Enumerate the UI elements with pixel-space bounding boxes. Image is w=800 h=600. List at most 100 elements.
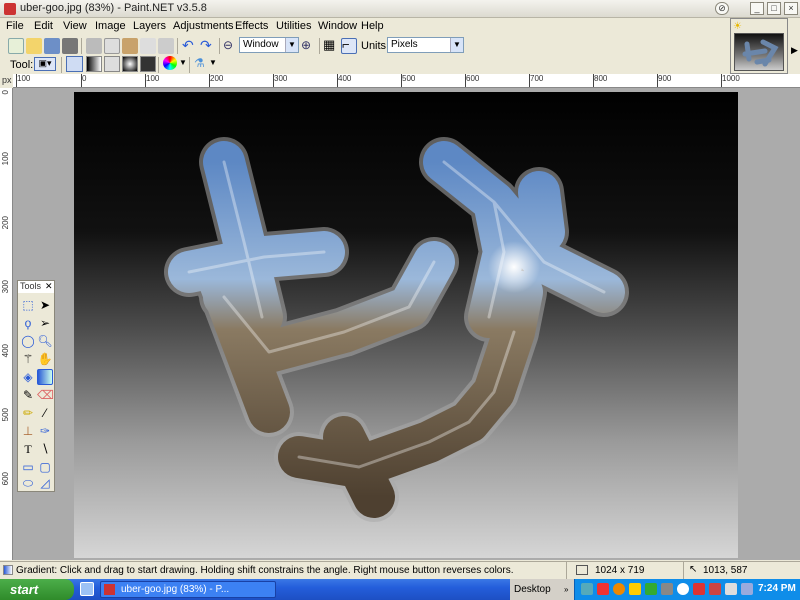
menu-effects[interactable]: Effects xyxy=(235,20,268,32)
close-icon[interactable]: ✕ xyxy=(45,281,53,292)
device-icon[interactable] xyxy=(661,583,673,595)
current-tool-gradient-icon[interactable]: ▣▾ xyxy=(34,57,56,71)
paint-bucket-icon[interactable]: ◈ xyxy=(20,369,36,385)
minimize-button[interactable]: _ xyxy=(750,2,764,15)
menu-image[interactable]: Image xyxy=(95,20,126,32)
rectangle-select-icon[interactable]: ⬚ xyxy=(20,297,36,313)
print-icon[interactable] xyxy=(62,38,78,54)
color-picker-icon[interactable]: ⁄ xyxy=(37,405,53,421)
lasso-select-icon[interactable]: ϙ xyxy=(20,315,36,331)
menu-adjustments[interactable]: Adjustments xyxy=(173,20,234,32)
zoom-out-icon[interactable]: ⊖ xyxy=(223,38,239,54)
ruler-tick: 400 xyxy=(336,74,352,87)
rounded-rectangle-icon[interactable]: ▢ xyxy=(37,459,53,475)
save-icon[interactable] xyxy=(44,38,60,54)
text-icon[interactable]: T xyxy=(20,441,36,457)
clone-stamp-icon[interactable]: ⊥ xyxy=(20,423,36,439)
freeform-shape-icon[interactable]: ◿ xyxy=(37,475,53,491)
linear-reflected-icon[interactable] xyxy=(86,56,102,72)
undo-icon[interactable]: ↶ xyxy=(182,38,198,54)
paintbrush-icon[interactable]: ✎ xyxy=(20,387,36,403)
menu-window[interactable]: Window xyxy=(318,20,357,32)
update-icon[interactable] xyxy=(645,583,657,595)
deselect-icon[interactable] xyxy=(158,38,174,54)
taskbar: start uber-goo.jpg (83%) - P... Desktop … xyxy=(0,579,800,600)
rulers-icon[interactable]: ⌐ xyxy=(341,38,357,54)
menu-view[interactable]: View xyxy=(63,20,87,32)
close-button[interactable]: × xyxy=(784,2,798,15)
redo-icon[interactable]: ↷ xyxy=(200,38,216,54)
help-icon[interactable]: ⊘ xyxy=(715,2,729,15)
radial-gradient-icon[interactable] xyxy=(122,56,138,72)
conical-gradient-icon[interactable] xyxy=(140,56,156,72)
chevron-down-icon[interactable]: ▼ xyxy=(209,58,217,67)
menu-utilities[interactable]: Utilities xyxy=(276,20,311,32)
scroll-arrow-icon[interactable]: ▶ xyxy=(791,45,798,56)
units-select[interactable]: Pixels ▼ xyxy=(387,37,464,53)
quick-launch-icon[interactable] xyxy=(80,582,94,596)
diamond-gradient-icon[interactable] xyxy=(104,56,120,72)
maximize-button[interactable]: □ xyxy=(767,2,781,15)
image-size: 1024 x 719 xyxy=(595,565,645,576)
image-canvas[interactable] xyxy=(74,92,738,558)
new-icon[interactable] xyxy=(8,38,24,54)
crop-icon[interactable] xyxy=(140,38,156,54)
pencil-icon[interactable]: ✏ xyxy=(20,405,36,421)
magic-wand-icon[interactable]: ⚚ xyxy=(20,351,36,367)
shield-icon[interactable] xyxy=(629,583,641,595)
ellipse-icon[interactable]: ⬭ xyxy=(20,475,36,491)
start-button[interactable]: start xyxy=(0,579,74,600)
image-thumbnail-panel[interactable]: ☀ ▶ xyxy=(730,18,798,74)
grid-icon[interactable]: ▦ xyxy=(323,38,339,54)
ruler-tick: 600 xyxy=(464,74,480,87)
linear-gradient-icon[interactable] xyxy=(66,56,83,72)
tray-misc-icon[interactable] xyxy=(725,583,737,595)
menu-edit[interactable]: Edit xyxy=(34,20,53,32)
cut-icon[interactable] xyxy=(86,38,102,54)
zoom-select[interactable]: Window ▼ xyxy=(239,37,299,53)
units-label: Units: xyxy=(361,40,390,52)
network-icon[interactable] xyxy=(581,583,593,595)
ellipse-select-icon[interactable]: ◯ xyxy=(20,333,36,349)
move-selection-icon[interactable]: ➢ xyxy=(37,315,53,331)
chevron-down-icon[interactable]: ▼ xyxy=(179,58,187,67)
speaker-icon[interactable] xyxy=(677,583,689,595)
tools-window[interactable]: Tools ✕ ⬚ ➤ ϙ ➢ ◯ 🔍︎ ⚚ ✋ ◈ ✎ ⌫ ✏ ⁄ ⊥ ✑ T… xyxy=(17,280,55,492)
ruler-tick: 200 xyxy=(1,216,10,230)
eraser-icon[interactable]: ⌫ xyxy=(37,387,54,403)
gradient-tool-icon[interactable] xyxy=(37,369,53,385)
color-mode-icon[interactable] xyxy=(163,56,177,70)
cursor-position-icon: ↖ xyxy=(689,564,698,575)
move-selected-pixels-icon[interactable]: ➤ xyxy=(37,297,53,313)
clock[interactable]: 7:24 PM xyxy=(758,583,796,594)
ruler-left: 0 100 200 300 400 500 600 xyxy=(0,88,13,560)
ati-icon[interactable] xyxy=(613,583,625,595)
menu-help[interactable]: Help xyxy=(361,20,384,32)
flash-icon[interactable] xyxy=(693,583,705,595)
pan-icon[interactable]: ✋ xyxy=(37,351,53,367)
rectangle-icon[interactable]: ▭ xyxy=(20,459,36,475)
recolor-icon[interactable]: ✑ xyxy=(37,423,53,439)
open-icon[interactable] xyxy=(26,38,42,54)
start-label: start xyxy=(10,582,39,597)
copy-icon[interactable] xyxy=(104,38,120,54)
separator xyxy=(189,57,190,73)
paste-icon[interactable] xyxy=(122,38,138,54)
app-tray-icon[interactable] xyxy=(709,583,721,595)
separator xyxy=(219,38,220,54)
monitor-icon[interactable] xyxy=(741,583,753,595)
antivirus-icon[interactable] xyxy=(597,583,609,595)
gradient-tool-icon xyxy=(3,565,13,575)
ruler-tick: 1000 xyxy=(721,74,740,87)
menu-layers[interactable]: Layers xyxy=(133,20,166,32)
zoom-in-icon[interactable]: ⊕ xyxy=(301,38,317,54)
line-curve-icon[interactable]: ∖ xyxy=(37,441,53,457)
antialiasing-icon[interactable]: ⚗ xyxy=(194,56,205,70)
zoom-icon[interactable]: 🔍︎ xyxy=(37,333,53,349)
separator xyxy=(177,38,178,54)
image-size-icon xyxy=(576,565,588,575)
desktop-toolbar[interactable]: Desktop » xyxy=(510,579,574,600)
taskbar-item-paint-net[interactable]: uber-goo.jpg (83%) - P... xyxy=(100,581,276,598)
separator xyxy=(566,562,567,579)
menu-file[interactable]: File xyxy=(6,20,24,32)
